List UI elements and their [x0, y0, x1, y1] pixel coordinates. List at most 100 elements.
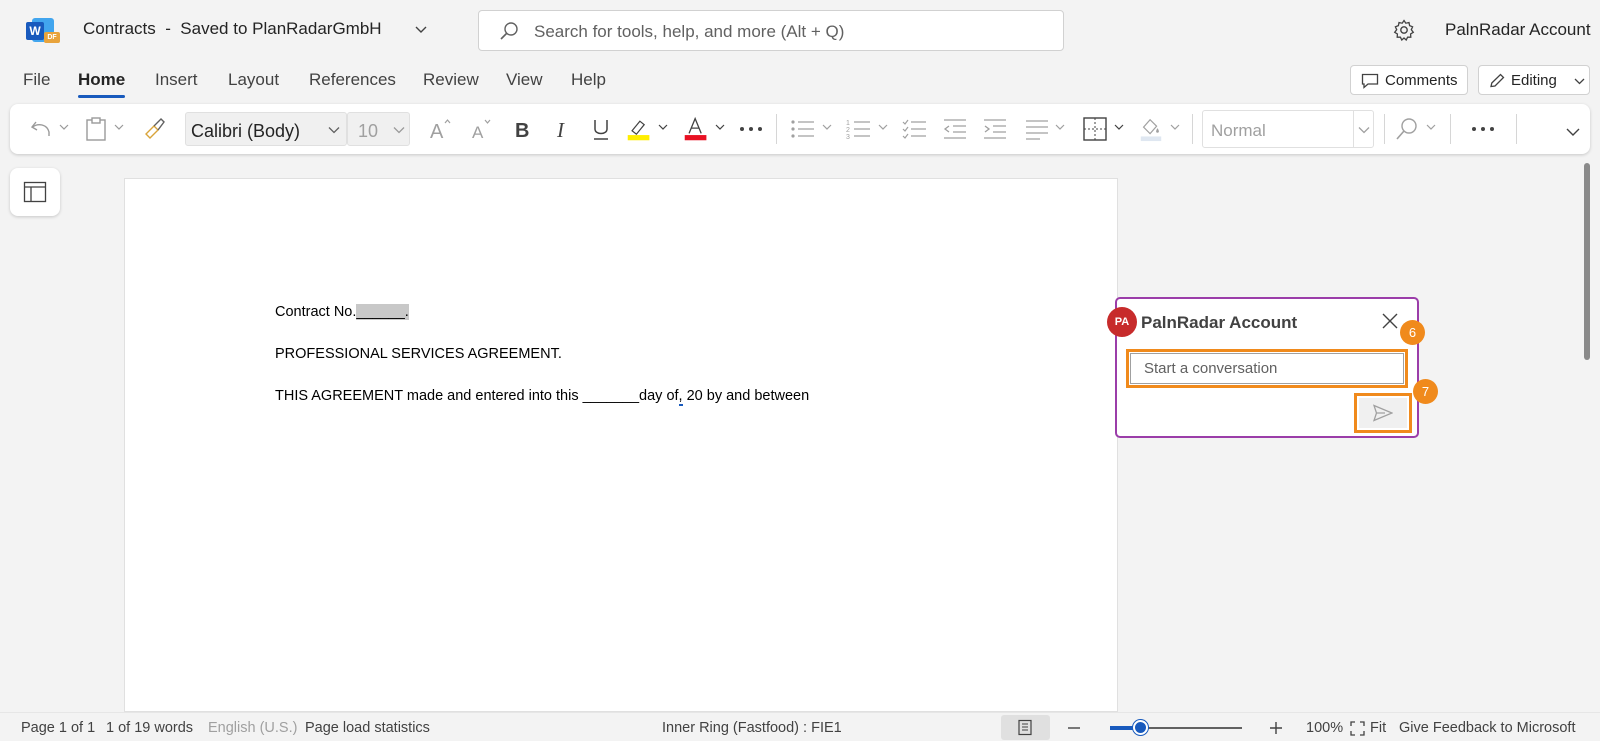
svg-text:A: A [472, 123, 484, 142]
font-name-dropdown[interactable]: Calibri (Body) [185, 112, 347, 146]
editing-label: Editing [1511, 72, 1557, 89]
search-placeholder: Search for tools, help, and more (Alt + … [534, 22, 845, 41]
chevron-down-icon[interactable] [1426, 122, 1436, 132]
chevron-down-icon [328, 127, 340, 134]
comment-icon [1361, 73, 1379, 89]
comments-button[interactable]: Comments [1350, 65, 1468, 95]
tab-insert[interactable]: Insert [155, 70, 198, 90]
decrease-indent-icon[interactable] [942, 116, 968, 142]
language-status[interactable]: English (U.S.) [208, 720, 297, 736]
agreement-heading-line[interactable]: PROFESSIONAL SERVICES AGREEMENT. [275, 346, 562, 362]
contract-number-line[interactable]: Contract No.______. [275, 304, 409, 320]
font-size-dropdown[interactable]: 10 [347, 112, 410, 146]
chevron-down-icon[interactable] [114, 122, 124, 132]
paste-icon[interactable] [84, 116, 108, 142]
contract-number-field[interactable]: ______. [356, 304, 409, 320]
view-mode-button[interactable] [1001, 715, 1050, 740]
chevron-down-icon[interactable] [822, 122, 832, 132]
page-count[interactable]: Page 1 of 1 [21, 720, 95, 736]
search-icon [500, 22, 518, 40]
align-icon[interactable] [1024, 116, 1050, 142]
font-color-icon[interactable] [682, 116, 710, 142]
undo-icon[interactable] [28, 116, 54, 142]
tab-references[interactable]: References [309, 70, 396, 90]
chevron-down-icon [1574, 78, 1585, 85]
status-bar: Page 1 of 1 1 of 19 words English (U.S.)… [0, 712, 1600, 741]
bold-icon[interactable]: B [510, 116, 534, 142]
document-page[interactable]: Contract No.______. PROFESSIONAL SERVICE… [124, 178, 1118, 712]
format-painter-icon[interactable] [142, 116, 166, 142]
agreement-intro-line[interactable]: THIS AGREEMENT made and entered into thi… [275, 388, 809, 406]
chevron-down-icon[interactable] [715, 122, 725, 132]
svg-text:I: I [556, 118, 565, 142]
styles-dropdown[interactable]: Normal [1202, 110, 1374, 148]
editing-button[interactable]: Editing [1478, 65, 1590, 95]
send-icon [1373, 404, 1393, 422]
tab-home[interactable]: Home [78, 70, 126, 98]
zoom-level[interactable]: 100% [1306, 720, 1343, 736]
send-button-surface [1359, 398, 1407, 428]
svg-text:B: B [515, 120, 529, 142]
fit-button[interactable]: Fit [1370, 720, 1386, 736]
ribbon-separator [1516, 114, 1517, 144]
document-title[interactable]: Contracts - Saved to PlanRadarGmbH [83, 19, 382, 39]
font-name-value: Calibri (Body) [191, 121, 301, 141]
styles-divider [1353, 111, 1354, 147]
close-icon[interactable] [1381, 312, 1399, 330]
ring-info: Inner Ring (Fastfood) : FIE1 [662, 720, 842, 736]
highlight-icon[interactable] [625, 116, 653, 142]
send-button[interactable] [1354, 393, 1412, 433]
shading-icon[interactable] [1138, 116, 1164, 142]
checklist-icon[interactable] [902, 116, 928, 142]
pencil-icon [1490, 73, 1505, 88]
page-load-statistics[interactable]: Page load statistics [305, 720, 430, 736]
account-name[interactable]: PalnRadar Account [1445, 20, 1591, 40]
tab-view[interactable]: View [506, 70, 543, 90]
zoom-in-icon[interactable] [1268, 720, 1284, 736]
vertical-scrollbar[interactable] [1584, 163, 1590, 360]
increase-indent-icon[interactable] [982, 116, 1008, 142]
expand-ribbon-chevron-icon[interactable] [1566, 126, 1580, 138]
shrink-font-icon[interactable]: A [469, 116, 495, 142]
tab-file[interactable]: File [23, 70, 50, 90]
tab-layout[interactable]: Layout [228, 70, 279, 90]
chevron-down-icon[interactable] [59, 122, 69, 132]
zoom-out-icon[interactable] [1066, 722, 1082, 734]
italic-icon[interactable]: I [550, 116, 574, 142]
chevron-down-icon[interactable] [1114, 122, 1124, 132]
ribbon-separator [1192, 114, 1193, 144]
tab-help[interactable]: Help [571, 70, 606, 90]
find-icon[interactable] [1394, 116, 1420, 142]
word-logo-icon[interactable]: W DF [26, 18, 60, 44]
comment-input-highlight [1126, 349, 1408, 388]
word-count[interactable]: 1 of 19 words [106, 720, 193, 736]
comment-author: PalnRadar Account [1141, 313, 1298, 332]
page-view-icon [1018, 719, 1032, 736]
feedback-link[interactable]: Give Feedback to Microsoft [1399, 720, 1576, 736]
underline-icon[interactable] [589, 116, 613, 142]
more-font-options-icon[interactable] [738, 116, 764, 142]
gear-icon[interactable] [1393, 19, 1415, 41]
search-box[interactable]: Search for tools, help, and more (Alt + … [478, 10, 1064, 51]
zoom-slider-thumb[interactable] [1133, 720, 1148, 735]
navigation-pane-button[interactable] [10, 168, 60, 216]
fit-icon [1350, 721, 1365, 736]
ribbon-separator [776, 114, 777, 144]
more-options-icon[interactable] [1470, 116, 1496, 142]
tab-review[interactable]: Review [423, 70, 479, 90]
svg-text:1: 1 [846, 120, 850, 127]
chevron-down-icon[interactable] [1055, 122, 1065, 132]
numbering-icon[interactable]: 123 [846, 116, 872, 142]
title-bar: W DF Contracts - Saved to PlanRadarGmbH … [0, 0, 1600, 60]
chevron-down-icon[interactable] [414, 22, 428, 36]
bullets-icon[interactable] [790, 116, 816, 142]
chevron-down-icon[interactable] [658, 122, 668, 132]
svg-text:A: A [430, 121, 444, 142]
borders-icon[interactable] [1082, 116, 1108, 142]
chevron-down-icon[interactable] [1170, 122, 1180, 132]
comment-input[interactable] [1130, 353, 1404, 384]
ribbon-separator [1450, 114, 1451, 144]
grow-font-icon[interactable]: A [428, 116, 454, 142]
chevron-down-icon[interactable] [878, 122, 888, 132]
step-badge-7: 7 [1413, 379, 1438, 404]
